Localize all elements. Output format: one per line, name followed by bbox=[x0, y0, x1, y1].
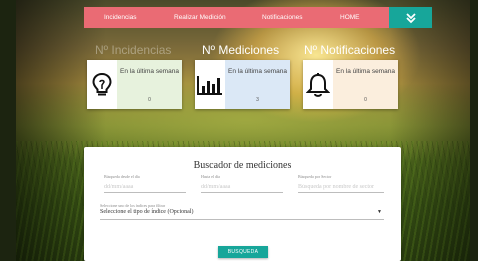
stat-value: 3 bbox=[256, 97, 259, 103]
sector-label: Búsqueda por Sector bbox=[298, 174, 332, 179]
search-panel-title: Buscador de mediciones bbox=[193, 160, 292, 171]
menu-toggle-button[interactable] bbox=[389, 7, 432, 28]
index-filter-label: Seleccione uno de los índices para filtr… bbox=[100, 203, 166, 208]
stat-label: En la última semana bbox=[228, 68, 287, 75]
heading-mediciones: Nº Mediciones bbox=[202, 43, 280, 57]
heading-notificaciones: Nº Notificaciones bbox=[304, 43, 396, 57]
navbar: Incidencias Realizar Medición Notificaci… bbox=[84, 7, 389, 28]
double-chevron-down-icon bbox=[405, 12, 416, 23]
stat-info: En la última semana 3 bbox=[225, 60, 290, 109]
stat-card-mediciones: En la última semana 3 bbox=[195, 60, 290, 109]
to-date-input[interactable] bbox=[201, 182, 283, 193]
nav-notificaciones[interactable]: Notificaciones bbox=[262, 14, 302, 21]
bell-icon bbox=[306, 72, 330, 97]
stat-label: En la última semana bbox=[120, 68, 179, 75]
stat-info: En la última semana 0 bbox=[117, 60, 182, 109]
index-type-selected: Seleccione el tipo de índice (Opcional) bbox=[100, 209, 194, 215]
nav-incidencias[interactable]: Incidencias bbox=[104, 14, 137, 21]
stat-label: En la última semana bbox=[336, 68, 395, 75]
from-date-input[interactable] bbox=[104, 182, 186, 193]
background-shade-right bbox=[390, 0, 470, 261]
stat-info: En la última semana 0 bbox=[333, 60, 398, 109]
sector-input[interactable] bbox=[298, 182, 384, 193]
nav-realizar-medicion[interactable]: Realizar Medición bbox=[174, 14, 226, 21]
caret-down-icon: ▼ bbox=[377, 210, 382, 215]
stat-card-incidencias: En la última semana 0 bbox=[87, 60, 182, 109]
stat-value: 0 bbox=[148, 97, 151, 103]
from-date-label: Búsqueda desde el día bbox=[104, 174, 140, 179]
search-panel: Buscador de mediciones Búsqueda desde el… bbox=[84, 147, 401, 261]
stat-value: 0 bbox=[364, 97, 367, 103]
index-type-select[interactable]: Seleccione el tipo de índice (Opcional) … bbox=[100, 209, 384, 220]
bar-chart-icon bbox=[197, 75, 222, 95]
search-button[interactable]: BUSQUEDA bbox=[218, 246, 268, 258]
nav-home[interactable]: HOME bbox=[340, 14, 360, 21]
heading-incidencias: Nº Incidencias bbox=[95, 43, 172, 57]
stat-card-notificaciones: En la última semana 0 bbox=[303, 60, 398, 109]
to-date-label: Hasta el día bbox=[201, 174, 220, 179]
lightbulb-icon bbox=[92, 72, 112, 95]
